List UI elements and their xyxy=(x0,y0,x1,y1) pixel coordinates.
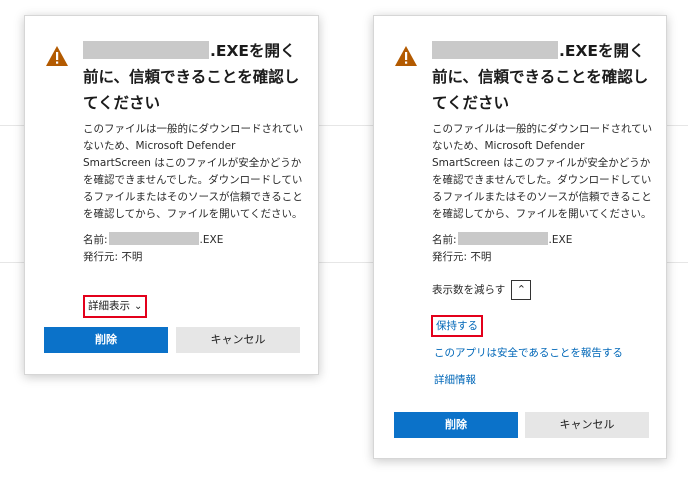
delete-button[interactable]: 削除 xyxy=(394,412,518,438)
publisher-row: 発行元: 不明 xyxy=(83,251,143,263)
name-label: 名前: xyxy=(432,234,457,246)
show-more-label: 詳細表示 xyxy=(88,300,130,312)
name-extension: .EXE xyxy=(548,234,573,246)
show-more-toggle[interactable]: 詳細表示 ⌄ xyxy=(83,295,148,318)
background-line xyxy=(319,125,373,126)
chevron-down-icon: ⌄ xyxy=(134,301,143,312)
smartscreen-dialog-collapsed: .EXEを開く前に、信頼できることを確認してください このファイルは一般的にダウ… xyxy=(24,15,319,375)
show-fewer-row: 表示数を減らす ⌃ xyxy=(432,279,532,301)
smartscreen-dialog-expanded: .EXEを開く前に、信頼できることを確認してください このファイルは一般的にダウ… xyxy=(373,15,667,459)
keep-link[interactable]: 保持する xyxy=(431,315,483,337)
cancel-button[interactable]: キャンセル xyxy=(176,327,300,353)
dialog-title: .EXEを開く前に、信頼できることを確認してください xyxy=(83,38,305,116)
background-line xyxy=(319,262,373,263)
file-name-row: 名前: .EXE xyxy=(432,232,572,249)
cancel-button[interactable]: キャンセル xyxy=(525,412,649,438)
publisher-row: 発行元: 不明 xyxy=(432,251,492,263)
warning-triangle-icon xyxy=(395,46,417,66)
warning-triangle-icon xyxy=(46,46,68,66)
file-name-row: 名前: .EXE xyxy=(83,232,223,249)
chevron-up-icon[interactable]: ⌃ xyxy=(511,280,532,300)
dialog-title: .EXEを開く前に、信頼できることを確認してください xyxy=(432,38,654,116)
dialog-description: このファイルは一般的にダウンロードされていないため、Microsoft Defe… xyxy=(83,123,304,220)
redacted-name xyxy=(108,232,199,245)
redacted-filename xyxy=(432,41,558,59)
more-info-link[interactable]: 詳細情報 xyxy=(434,372,476,388)
report-safe-link[interactable]: このアプリは安全であることを報告する xyxy=(434,345,623,361)
redacted-filename xyxy=(83,41,209,59)
background-line xyxy=(667,125,688,126)
dialog-description: このファイルは一般的にダウンロードされていないため、Microsoft Defe… xyxy=(432,123,653,220)
background-line xyxy=(0,125,24,126)
background-line xyxy=(667,262,688,263)
background-line xyxy=(0,262,24,263)
delete-button[interactable]: 削除 xyxy=(44,327,168,353)
name-label: 名前: xyxy=(83,234,108,246)
show-fewer-label: 表示数を減らす xyxy=(432,284,506,296)
redacted-name xyxy=(457,232,548,245)
name-extension: .EXE xyxy=(199,234,224,246)
